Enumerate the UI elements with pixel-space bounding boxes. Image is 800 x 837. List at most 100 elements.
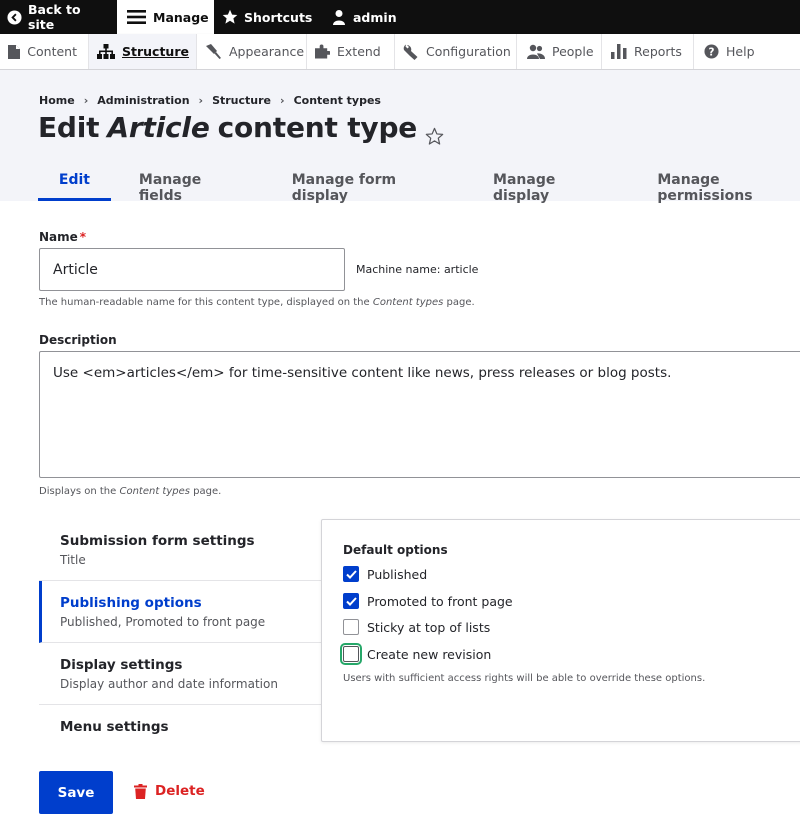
save-button[interactable]: Save [39,771,113,814]
tray-item-label: Structure [122,44,189,59]
shortcut-star-icon[interactable] [425,120,445,145]
breadcrumb-content-types[interactable]: Content types [294,94,381,107]
tray-item-extend[interactable]: Extend [307,34,395,69]
vtab-submission-form-settings[interactable]: Submission form settings Title [39,519,321,581]
trash-icon [134,783,147,799]
title-name: Article [107,111,210,144]
breadcrumb-separator: › [83,94,89,107]
tray-item-label: Help [726,44,755,59]
vtab-summary: Title [60,553,86,567]
vtab-title: Display settings [60,657,183,673]
primary-tabs: Edit Manage fields Manage form display M… [38,164,800,204]
desc-help-em: Content types [119,486,190,497]
shortcuts-label: Shortcuts [244,9,313,25]
vertical-tabs: Submission form settings Title Publishin… [39,519,321,767]
name-label: Name * [39,230,86,244]
option-label: Promoted to front page [367,593,513,609]
bar-chart-icon [610,44,627,59]
option-label: Published [367,566,428,582]
vtab-publishing-options[interactable]: Publishing options Published, Promoted t… [39,581,321,643]
star-icon [222,9,238,25]
svg-text:?: ? [709,46,715,58]
promoted-checkbox[interactable] [343,593,359,609]
breadcrumb-administration[interactable]: Administration [97,94,189,107]
breadcrumb-separator: › [198,94,204,107]
pane-help-text: Users with sufficient access rights will… [343,673,706,684]
option-new-revision[interactable]: Create new revision [340,643,492,665]
manage-label: Manage [153,9,209,25]
breadcrumb-structure[interactable]: Structure [212,94,271,107]
shortcuts-tab[interactable]: Shortcuts [214,0,323,34]
tray-item-reports[interactable]: Reports [602,34,694,69]
publishing-options-pane: Default options Published Promoted to fr… [321,519,800,742]
user-tab[interactable]: admin [323,0,408,34]
document-icon [8,44,21,59]
tray-item-configuration[interactable]: Configuration [395,34,517,69]
published-checkbox[interactable] [343,566,359,582]
delete-label: Delete [155,783,205,799]
name-label-text: Name [39,230,78,244]
tray-item-label: Appearance [229,44,305,59]
default-options-title: Default options [343,543,448,557]
description-label: Description [39,333,117,347]
chevron-left-circle-icon [7,9,22,25]
hamburger-icon [127,9,146,25]
tray-item-label: People [552,44,594,59]
vtab-title: Submission form settings [60,533,255,549]
tray-item-label: Extend [337,44,381,59]
breadcrumb-home[interactable]: Home [39,94,75,107]
tray-item-label: Reports [634,44,682,59]
new-revision-checkbox[interactable] [340,643,362,665]
name-help-em: Content types [372,297,444,308]
admin-tray: Content Structure Appearance Extend Conf… [0,34,800,70]
manage-tab[interactable]: Manage [117,0,214,34]
tab-edit[interactable]: Edit [38,164,111,201]
name-help-prefix: The human-readable name for this content… [39,297,370,308]
option-published[interactable]: Published [343,566,427,582]
tray-item-label: Configuration [426,44,511,59]
vtab-summary: Display author and date information [60,677,278,691]
people-icon [527,44,545,59]
breadcrumb: Home › Administration › Structure › Cont… [39,94,381,107]
back-to-site-label: Back to site [28,2,81,32]
user-icon [331,9,347,25]
description-textarea[interactable]: Use <em>articles</em> for time-sensitive… [39,351,800,478]
vtab-summary: Published, Promoted to front page [60,615,266,629]
tab-manage-display[interactable]: Manage display [493,164,601,204]
title-suffix: content type [217,111,418,144]
tab-manage-fields[interactable]: Manage fields [139,164,236,204]
paintbrush-icon [205,44,222,59]
vtab-menu-settings[interactable]: Menu settings [39,705,321,767]
name-help: The human-readable name for this content… [39,297,475,308]
tray-item-people[interactable]: People [517,34,602,69]
option-sticky[interactable]: Sticky at top of lists [343,619,490,635]
name-help-suffix: page. [446,297,475,308]
name-input[interactable] [39,248,345,291]
help-icon: ? [704,44,719,59]
tab-manage-form-display[interactable]: Manage form display [292,164,437,204]
desc-help-suffix: page. [193,486,222,497]
desc-help-prefix: Displays on the [39,486,117,497]
wrench-icon [403,44,419,60]
description-help: Displays on the Content types page. [39,486,221,497]
tray-item-structure[interactable]: Structure [89,34,197,69]
title-prefix: Edit [38,111,100,144]
sticky-checkbox[interactable] [343,619,359,635]
tray-item-help[interactable]: ? Help [694,34,766,69]
admin-toolbar: Back to site Manage Shortcuts admin [0,0,800,34]
page-title: Edit Article content type [38,111,445,145]
vtab-display-settings[interactable]: Display settings Display author and date… [39,643,321,705]
tray-item-content[interactable]: Content [0,34,89,69]
delete-link[interactable]: Delete [134,783,205,799]
back-to-site-link[interactable]: Back to site [0,0,117,34]
option-promoted[interactable]: Promoted to front page [343,593,513,609]
required-marker: * [79,230,87,244]
puzzle-icon [315,44,330,59]
option-label: Create new revision [367,646,492,662]
sitemap-icon [97,44,115,59]
tray-item-appearance[interactable]: Appearance [197,34,307,69]
tab-manage-permissions[interactable]: Manage permissions [657,164,800,204]
machine-name: Machine name: article [356,263,479,276]
user-label: admin [353,9,397,25]
tray-item-label: Content [27,44,77,59]
